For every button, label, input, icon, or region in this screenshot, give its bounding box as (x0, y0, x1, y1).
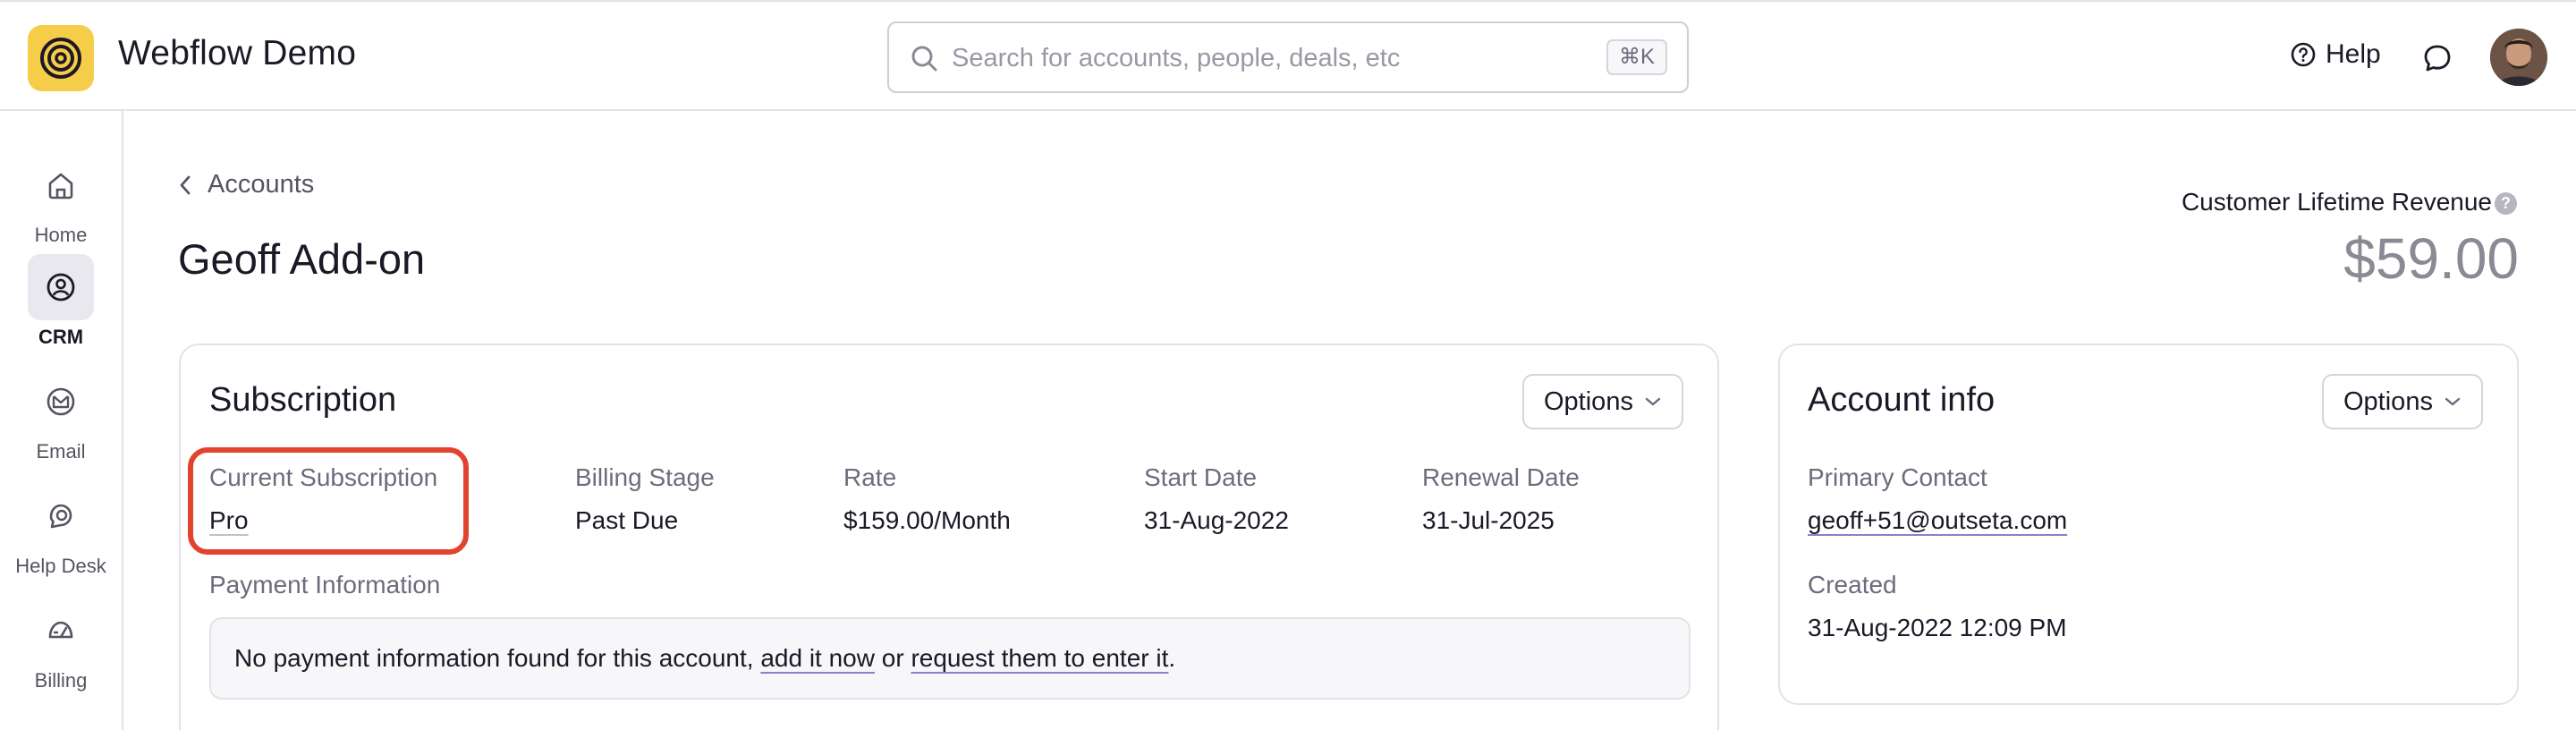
payment-info-message: No payment information found for this ac… (234, 644, 1175, 673)
rate-label: Rate (843, 463, 897, 491)
chevron-down-icon (2445, 397, 2461, 406)
billing-icon (28, 598, 94, 664)
sidebar-item-label: CRM (38, 326, 84, 348)
app-title: Webflow Demo (118, 34, 357, 72)
top-header: Webflow Demo Search for accounts, people… (0, 0, 2576, 111)
start-date-label: Start Date (1144, 463, 1258, 491)
chevron-down-icon (1645, 397, 1661, 406)
sidebar-item-label: Email (36, 440, 86, 463)
sidebar-item-label: Help Desk (15, 555, 106, 577)
logo-rings-icon (40, 38, 81, 79)
sidebar-item-billing[interactable]: Billing (0, 598, 122, 692)
left-sidebar: Home CRM Email Help Desk Billing (0, 111, 123, 730)
sidebar-item-help-desk[interactable]: Help Desk (0, 483, 122, 578)
renewal-date-value: 31-Jul-2025 (1422, 506, 1555, 534)
clv-help-icon[interactable]: ? (2495, 192, 2517, 215)
clv-value: $59.00 (2343, 226, 2519, 291)
payment-text-before: No payment information found for this ac… (234, 644, 761, 672)
options-label: Options (1544, 386, 1633, 416)
payment-text-mid: or (874, 644, 911, 672)
start-date-value: 31-Aug-2022 (1144, 506, 1289, 534)
help-label: Help (2326, 39, 2381, 69)
payment-info-box: No payment information found for this ac… (209, 617, 1690, 700)
search-shortcut-badge: ⌘K (1606, 39, 1667, 75)
app-logo[interactable] (28, 25, 94, 91)
account-info-title: Account info (1808, 381, 1996, 419)
breadcrumb[interactable]: Accounts (177, 170, 314, 199)
clv-label: Customer Lifetime Revenue (2181, 188, 2492, 216)
help-button[interactable]: Help (2290, 39, 2381, 70)
request-payment-link[interactable]: request them to enter it (911, 644, 1168, 672)
sidebar-item-email[interactable]: Email (0, 369, 122, 463)
sidebar-item-crm[interactable]: CRM (0, 254, 122, 349)
search-box[interactable]: Search for accounts, people, deals, etc … (887, 21, 1689, 93)
sidebar-item-label: Home (34, 224, 88, 246)
breadcrumb-accounts-link[interactable]: Accounts (208, 170, 314, 199)
user-avatar[interactable] (2490, 29, 2547, 86)
email-icon (28, 369, 94, 435)
page-title: Geoff Add-on (178, 235, 426, 283)
question-circle-icon (2291, 42, 2316, 67)
chevron-left-icon (180, 175, 191, 194)
renewal-date-label: Renewal Date (1422, 463, 1580, 491)
payment-information-label: Payment Information (209, 571, 441, 598)
billing-stage-label: Billing Stage (575, 463, 715, 491)
sidebar-item-label: Billing (34, 669, 88, 692)
subscription-options-button[interactable]: Options (1522, 374, 1683, 429)
account-info-options-button[interactable]: Options (2322, 374, 2483, 429)
chat-bubble-icon[interactable] (2420, 41, 2454, 75)
home-icon (28, 152, 94, 218)
help-desk-icon (28, 483, 94, 549)
sidebar-item-home[interactable]: Home (0, 152, 122, 247)
primary-contact-label: Primary Contact (1808, 463, 1987, 491)
avatar-photo (2490, 29, 2547, 86)
billing-stage-value: Past Due (575, 506, 679, 534)
options-label: Options (2343, 386, 2433, 416)
subscription-title: Subscription (209, 381, 397, 419)
primary-contact-link[interactable]: geoff+51@outseta.com (1808, 506, 2067, 535)
search-placeholder: Search for accounts, people, deals, etc (952, 44, 1401, 72)
created-label: Created (1808, 571, 1897, 598)
crm-icon (28, 254, 94, 320)
rate-value: $159.00/Month (843, 506, 1011, 534)
created-value: 31-Aug-2022 12:09 PM (1808, 614, 2067, 641)
search-icon (911, 46, 937, 72)
current-subscription-highlight (188, 447, 469, 555)
payment-text-after: . (1168, 644, 1176, 672)
add-payment-link[interactable]: add it now (760, 644, 875, 672)
